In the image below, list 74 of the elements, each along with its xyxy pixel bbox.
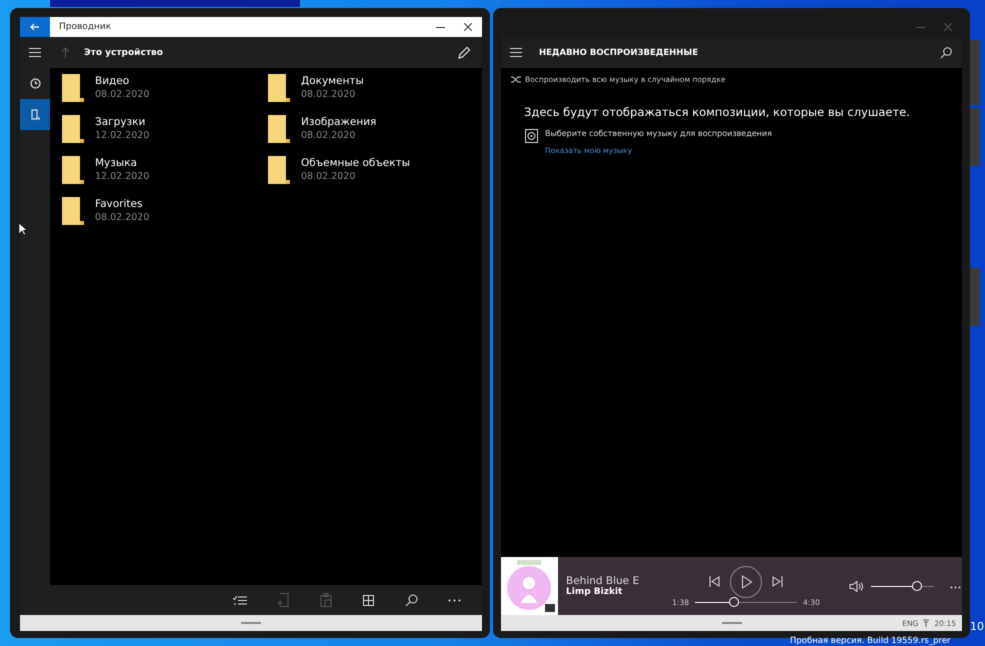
play-button[interactable] [730,566,762,598]
folder-item[interactable]: Favorites 08.02.2020 [62,197,268,238]
next-icon [772,576,783,587]
folder-icon [268,156,290,184]
window-edge [970,268,980,326]
window-edge [970,40,980,105]
track-title: Behind Blue E [566,575,640,587]
folder-name: Музыка [95,156,138,170]
back-arrow-icon [30,23,40,31]
folder-name: Favorites [95,197,144,211]
clock-icon [30,78,40,89]
section-title: НЕДАВНО ВОСПРОИЗВЕДЕННЫЕ [539,48,698,58]
previous-icon [709,576,720,587]
folder-date: 12.02.2020 [95,170,150,183]
folder-name: Загрузки [95,115,146,129]
folder-item[interactable]: Видео 08.02.2020 [62,74,268,115]
document-plus-icon [276,593,288,607]
hint-text: Выберите собственную музыку для воспроизведения [545,129,772,138]
disc-icon [525,129,538,143]
checklist-icon [232,594,246,606]
slider-thumb[interactable] [728,596,739,606]
folder-name: Видео [95,74,130,88]
folder-icon [268,115,290,143]
more-icon [448,598,461,602]
folder-icon [62,115,84,143]
pencil-icon[interactable] [458,46,471,59]
folder-item[interactable]: Документы 08.02.2020 [268,74,474,115]
folder-name: Изображения [301,115,376,129]
folder-item[interactable]: Загрузки 12.02.2020 [62,115,268,156]
folder-icon [268,74,290,102]
minimize-icon [436,26,444,28]
drag-handle[interactable] [241,622,261,624]
more-icon [950,586,961,589]
network-icon [923,619,930,627]
artist-name: Limp Bizkit [566,587,624,597]
folder-date: 12.02.2020 [95,129,150,142]
close-icon [464,23,472,31]
back-button[interactable] [20,17,50,37]
folder-item[interactable]: Музыка 12.02.2020 [62,156,268,197]
build-watermark: Пробная версия. Build 19559.rs_prer [790,637,951,646]
folder-icon [62,74,84,102]
play-icon [730,566,762,598]
previous-button[interactable] [709,576,720,587]
close-icon [944,23,952,31]
folder-item[interactable]: Объемные объекты 08.02.2020 [268,156,474,197]
menu-icon[interactable] [510,48,522,57]
folder-date: 08.02.2020 [95,88,150,101]
folder-date: 08.02.2020 [301,129,356,142]
minimize-icon [916,26,924,28]
clipboard-icon [320,593,332,607]
drag-handle[interactable] [722,622,742,624]
folder-icon [62,156,84,184]
folder-date: 08.02.2020 [301,170,356,183]
menu-icon [29,48,41,57]
folder-date: 08.02.2020 [301,88,356,101]
folder-name: Объемные объекты [301,156,410,170]
folder-icon [62,197,84,225]
empty-message: Здесь будут отображаться композиции, которые вы слушаете. [524,105,911,119]
location-title: Это устройство [84,48,163,58]
device-icon [30,108,40,120]
slider-thumb[interactable] [912,580,922,590]
search-icon[interactable] [940,46,952,58]
version-number: 10 [970,620,984,633]
shuffle-icon [511,76,521,82]
grid-icon [363,594,374,606]
folder-item[interactable]: Изображения 08.02.2020 [268,115,474,156]
volume-icon[interactable] [849,580,863,592]
folder-date: 08.02.2020 [95,211,150,224]
next-button[interactable] [772,576,783,587]
folder-name: Документы [301,74,364,88]
cursor-icon [19,223,27,235]
search-icon [405,594,418,606]
window-title: Проводник [58,22,112,32]
window-edge [970,108,980,166]
